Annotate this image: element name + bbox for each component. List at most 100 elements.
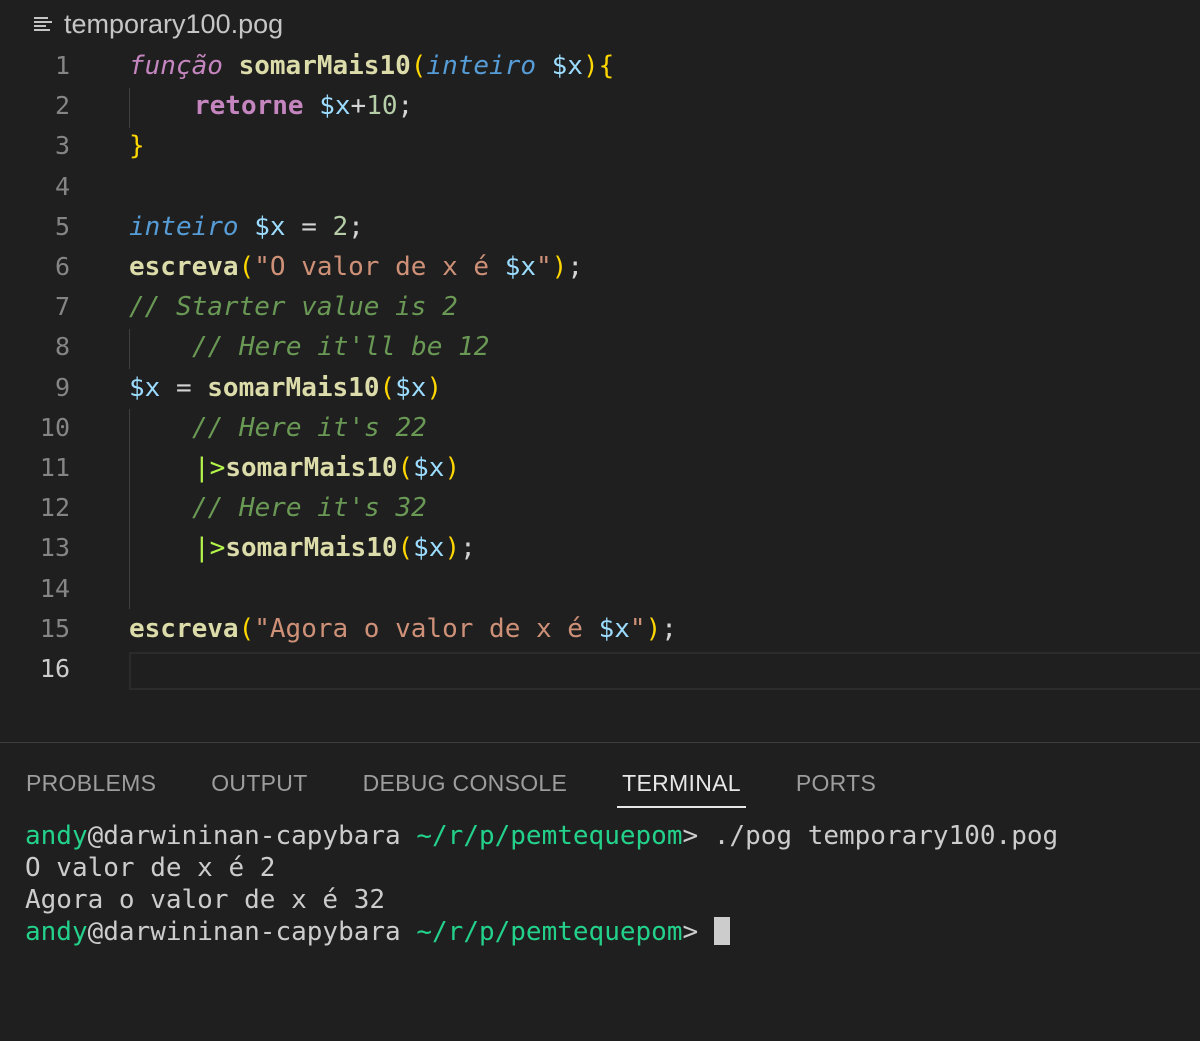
terminal-cursor [713, 917, 730, 945]
code-line-2[interactable]: retorne $x+10; [194, 86, 413, 126]
tab-problems[interactable]: PROBLEMS [26, 760, 156, 806]
line-number: 12 [39, 493, 70, 522]
line-number: 9 [54, 373, 70, 402]
code-token: ( [379, 373, 396, 403]
code-line-13[interactable]: |>somarMais10($x); [194, 528, 476, 568]
terminal-prompt-char: > [682, 917, 699, 947]
line-number-active: 16 [39, 654, 70, 683]
code-line-7[interactable]: // Starter value is 2 [129, 287, 458, 327]
code-token: + [350, 91, 367, 121]
code-token: ) [444, 453, 461, 483]
tab-output[interactable]: OUTPUT [211, 760, 307, 806]
code-token: $x [504, 252, 536, 282]
code-token: somarMais10 [225, 453, 398, 483]
terminal-host: @darwininan-capybara [87, 821, 401, 851]
breadcrumb-file-name[interactable]: temporary100.pog [64, 9, 283, 40]
terminal-output-line: Agora o valor de x é 32 [25, 885, 386, 915]
code-token: $x [129, 373, 161, 403]
code-token: inteiro [129, 212, 239, 242]
line-number: 11 [39, 453, 70, 482]
code-token: ) [426, 373, 443, 403]
terminal-path: ~/r/p/pemtequepom [416, 917, 683, 947]
line-number: 14 [39, 574, 70, 603]
code-token: $x [598, 614, 630, 644]
code-token: "Agora o valor de x é [254, 614, 599, 644]
code-token: // Here it'll be 12 [192, 332, 490, 362]
code-token: ) [645, 614, 662, 644]
code-token: } [129, 131, 145, 161]
line-number: 8 [54, 332, 70, 361]
terminal-prompt-line[interactable]: andy@darwininan-capybara ~/r/p/pemtequep… [25, 916, 1058, 948]
code-token: escreva [129, 614, 239, 644]
terminal[interactable]: andy @darwininan-capybara ~/r/p/pemtequep… [25, 820, 1058, 948]
code-token: escreva [129, 252, 239, 282]
code-token: ( [238, 252, 255, 282]
code-editor[interactable]: 1 2 3 4 5 6 7 8 9 10 11 12 13 14 15 16 f… [0, 46, 1200, 696]
code-token: somarMais10 [225, 533, 398, 563]
code-token: |> [194, 453, 226, 483]
breadcrumb[interactable]: temporary100.pog [34, 6, 283, 42]
code-token: = [285, 212, 333, 242]
code-token: função [129, 51, 223, 81]
symbol-file-icon [34, 16, 52, 32]
code-token: { [598, 51, 615, 81]
line-number: 10 [39, 413, 70, 442]
code-line-1[interactable]: função somarMais10(inteiro $x){ [129, 46, 614, 86]
code-token: inteiro [426, 51, 536, 81]
code-token: somarMais10 [238, 51, 411, 81]
panel-divider[interactable] [0, 742, 1200, 743]
code-token: ( [397, 533, 414, 563]
panel-tabs: PROBLEMS OUTPUT DEBUG CONSOLE TERMINAL P… [26, 760, 931, 808]
code-token: ) [582, 51, 599, 81]
line-number: 15 [39, 614, 70, 643]
line-number: 5 [54, 212, 70, 241]
code-line-8[interactable]: // Here it'll be 12 [192, 327, 489, 367]
code-token: |> [194, 533, 226, 563]
code-line-3[interactable]: } [129, 126, 145, 166]
code-token: ) [444, 533, 461, 563]
code-line-12[interactable]: // Here it's 32 [192, 488, 427, 528]
code-line-15[interactable]: escreva("Agora o valor de x é $x"); [129, 609, 677, 649]
tab-ports[interactable]: PORTS [796, 760, 876, 806]
line-number: 1 [54, 51, 70, 80]
tab-debug-console[interactable]: DEBUG CONSOLE [363, 760, 568, 806]
code-line-6[interactable]: escreva("O valor de x é $x"); [129, 247, 583, 287]
terminal-output-line: O valor de x é 2 [25, 853, 276, 883]
code-line-5[interactable]: inteiro $x = 2; [129, 207, 364, 247]
code-token: 10 [366, 91, 398, 121]
code-token: ; [567, 252, 583, 282]
code-token: ( [238, 614, 255, 644]
code-token: retorne [194, 91, 304, 121]
line-number: 6 [54, 252, 70, 281]
code-token: $x [254, 212, 286, 242]
code-token: // Here it's 32 [192, 493, 427, 523]
code-line-11[interactable]: |>somarMais10($x) [194, 448, 460, 488]
code-token: ; [348, 212, 364, 242]
code-token: // Here it's 22 [192, 413, 427, 443]
code-line-10[interactable]: // Here it's 22 [192, 408, 427, 448]
code-token: $x [413, 453, 445, 483]
terminal-path: ~/r/p/pemtequepom [416, 821, 683, 851]
line-number: 3 [54, 131, 70, 160]
code-token: = [160, 373, 208, 403]
code-token: $x [551, 51, 583, 81]
code-line-9[interactable]: $x = somarMais10($x) [129, 368, 442, 408]
terminal-command: ./pog temporary100.pog [698, 821, 1059, 851]
code-token: ( [397, 453, 414, 483]
code-token: ; [397, 91, 414, 121]
tab-terminal[interactable]: TERMINAL [617, 760, 746, 808]
code-token: // Starter value is 2 [129, 292, 458, 322]
line-number: 2 [54, 91, 70, 120]
terminal-command-line: andy@darwininan-capybara ~/r/p/pemtequep… [25, 820, 1058, 852]
code-token: $x [413, 533, 445, 563]
code-token: " [536, 252, 552, 282]
code-token: ( [410, 51, 427, 81]
terminal-user: andy [25, 917, 88, 947]
code-token: "O valor de x é [254, 252, 505, 282]
line-number: 4 [54, 172, 70, 201]
code-token: somarMais10 [207, 373, 380, 403]
